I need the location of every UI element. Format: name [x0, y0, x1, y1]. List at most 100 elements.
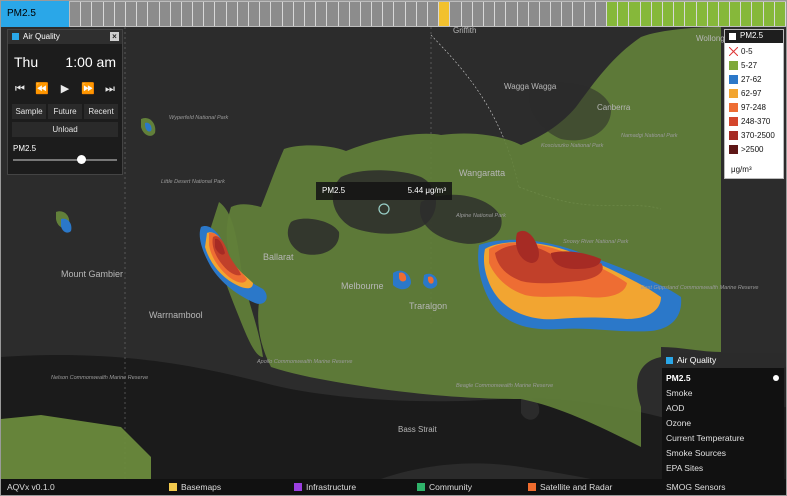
timeline-cell[interactable]: [237, 2, 249, 26]
skip-to-start-icon[interactable]: ⏮: [12, 82, 28, 96]
place-warrnambool: Warrnambool: [149, 310, 203, 320]
timeline-cell[interactable]: [629, 2, 641, 26]
timeline-cell[interactable]: [360, 2, 373, 26]
timeline-cell[interactable]: [405, 2, 417, 26]
timeline-cell[interactable]: [584, 2, 596, 26]
parameter-label: PM2.5: [13, 144, 37, 153]
timeline-cell[interactable]: [249, 2, 261, 26]
timeline-cell[interactable]: [595, 2, 607, 26]
timeline-cell[interactable]: [539, 2, 552, 26]
layer-item-pm25[interactable]: PM2.5: [666, 373, 691, 383]
timeline-cell[interactable]: [439, 2, 451, 26]
timeline-cell[interactable]: [181, 2, 194, 26]
timeline-cell[interactable]: [696, 2, 708, 26]
legend-swatch: [729, 61, 738, 70]
timeline-cell[interactable]: [741, 2, 753, 26]
timeline-cell[interactable]: [461, 2, 473, 26]
timeline-cell[interactable]: [752, 2, 764, 26]
layer-item-smog-sensors[interactable]: SMOG Sensors: [666, 482, 726, 492]
satellite-radar-swatch-icon: [528, 483, 536, 491]
timeline-cell[interactable]: [450, 2, 462, 26]
legend-label: 27-62: [741, 75, 762, 84]
timeline-cell[interactable]: [517, 2, 529, 26]
sample-button[interactable]: Sample: [12, 104, 46, 119]
timeline-cell[interactable]: [394, 2, 406, 26]
park-namadgi: Namadgi National Park: [621, 133, 678, 139]
layer-item-epa-sites[interactable]: EPA Sites: [666, 463, 703, 473]
timeline-cell[interactable]: [495, 2, 507, 26]
timeline-cell[interactable]: [293, 2, 305, 26]
timeline-cell[interactable]: [204, 2, 216, 26]
category-satellite-radar[interactable]: Satellite and Radar: [528, 482, 612, 492]
timeline-cell[interactable]: [81, 2, 93, 26]
timeline-cell[interactable]: [383, 2, 395, 26]
timeline-cell[interactable]: [282, 2, 294, 26]
timeline-cell[interactable]: [114, 2, 126, 26]
timeline-cell[interactable]: [159, 2, 171, 26]
timeline-cell[interactable]: [271, 2, 283, 26]
timeline-cell[interactable]: [730, 2, 742, 26]
current-time: 1:00 am: [65, 54, 116, 70]
timeline-cell[interactable]: [92, 2, 104, 26]
rewind-icon[interactable]: ⏪: [34, 82, 50, 96]
timeline-cell[interactable]: [607, 2, 619, 26]
unload-button[interactable]: Unload: [12, 122, 118, 137]
timeline-cell[interactable]: [304, 2, 317, 26]
timeline-cell[interactable]: [662, 2, 675, 26]
timeline-cell[interactable]: [338, 2, 350, 26]
timeline-cell[interactable]: [372, 2, 384, 26]
timeline-cell[interactable]: [349, 2, 361, 26]
timeline-cell[interactable]: [193, 2, 205, 26]
timeline-cell[interactable]: [718, 2, 731, 26]
timeline-cell[interactable]: [472, 2, 484, 26]
slider-knob[interactable]: [76, 155, 86, 164]
layer-item-smoke[interactable]: Smoke: [666, 388, 692, 398]
timeline-cell[interactable]: [774, 2, 786, 26]
recent-button[interactable]: Recent: [84, 104, 118, 119]
timeline-cell[interactable]: [674, 2, 686, 26]
timeline-bar[interactable]: PM2.5: [1, 1, 786, 27]
timeline-cell[interactable]: [103, 2, 115, 26]
timeline-cell[interactable]: [137, 2, 149, 26]
layer-item-smoke-sources[interactable]: Smoke Sources: [666, 448, 726, 458]
timeline-cell[interactable]: [528, 2, 540, 26]
layer-item-current-temperature[interactable]: Current Temperature: [666, 433, 744, 443]
timeline-cell[interactable]: [226, 2, 238, 26]
timeline-cell[interactable]: [618, 2, 630, 26]
category-community[interactable]: Community: [417, 482, 472, 492]
timeline-cell[interactable]: [170, 2, 182, 26]
timeline-cell[interactable]: [316, 2, 328, 26]
timeline-cell[interactable]: [70, 2, 82, 26]
timeline-cell[interactable]: [506, 2, 518, 26]
layers-header[interactable]: Air Quality: [662, 353, 784, 368]
timeline-cells[interactable]: [70, 1, 786, 27]
layer-item-aod[interactable]: AOD: [666, 403, 684, 413]
timeline-cell[interactable]: [416, 2, 428, 26]
skip-to-end-icon[interactable]: ⏭: [102, 82, 118, 96]
category-infrastructure[interactable]: Infrastructure: [294, 482, 356, 492]
timeline-cell[interactable]: [428, 2, 440, 26]
timeline-cell[interactable]: [215, 2, 227, 26]
timeline-cell[interactable]: [573, 2, 585, 26]
timeline-cell[interactable]: [707, 2, 719, 26]
timeline-cell[interactable]: [327, 2, 339, 26]
opacity-slider[interactable]: [13, 155, 117, 164]
place-traralgon: Traralgon: [409, 301, 447, 311]
close-icon[interactable]: ×: [110, 32, 119, 41]
timeline-cell[interactable]: [260, 2, 272, 26]
timeline-cell[interactable]: [148, 2, 160, 26]
layer-item-ozone[interactable]: Ozone: [666, 418, 691, 428]
timeline-cell[interactable]: [640, 2, 652, 26]
timeline-cell[interactable]: [651, 2, 663, 26]
category-basemaps[interactable]: Basemaps: [169, 482, 221, 492]
future-button[interactable]: Future: [48, 104, 82, 119]
fast-forward-icon[interactable]: ⏩: [80, 82, 96, 96]
timeline-cell[interactable]: [551, 2, 563, 26]
panel-header[interactable]: Air Quality ×: [8, 30, 122, 44]
timeline-cell[interactable]: [483, 2, 496, 26]
timeline-cell[interactable]: [685, 2, 697, 26]
timeline-cell[interactable]: [763, 2, 775, 26]
timeline-cell[interactable]: [125, 2, 138, 26]
timeline-cell[interactable]: [562, 2, 574, 26]
play-icon[interactable]: ▶: [57, 82, 73, 96]
